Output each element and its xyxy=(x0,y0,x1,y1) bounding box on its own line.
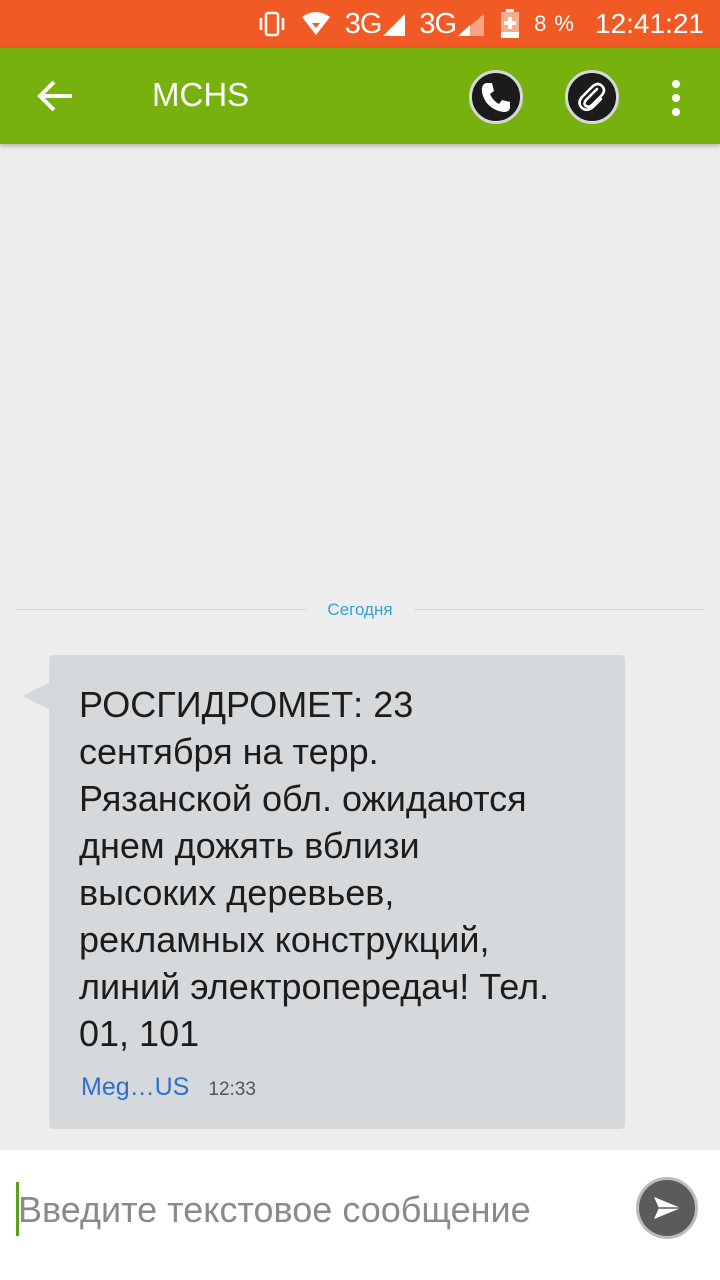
back-button[interactable] xyxy=(30,74,78,118)
send-button[interactable] xyxy=(636,1177,698,1239)
battery-percent: 8 % xyxy=(534,11,575,36)
status-bar: 3G 3G 8 % 12:41:21 xyxy=(0,0,720,48)
network-type-label: 3G xyxy=(344,7,383,40)
message-bubble[interactable]: РОСГИДРОМЕТ: 23 сентября на терр. Рязанс… xyxy=(49,655,625,1129)
date-divider: Сегодня xyxy=(16,598,704,626)
message-timestamp: 12:33 xyxy=(208,1079,256,1100)
message-meta: Meg…US 12:33 xyxy=(81,1073,256,1102)
phone-icon xyxy=(481,83,510,112)
clock: 12:41:21 xyxy=(595,8,704,39)
message-bubble-tail xyxy=(22,682,50,710)
divider-line xyxy=(16,609,306,610)
wifi-icon xyxy=(301,11,331,37)
signal-icon xyxy=(383,12,406,36)
battery-charging-icon xyxy=(500,9,520,39)
message-input[interactable] xyxy=(18,1180,618,1240)
composer xyxy=(0,1150,720,1280)
signal-icon xyxy=(458,12,485,36)
date-divider-label: Сегодня xyxy=(327,600,393,619)
network-type-label: 3G xyxy=(419,7,457,40)
back-arrow-icon xyxy=(37,80,72,112)
paperclip-icon xyxy=(578,82,606,112)
divider-line xyxy=(414,609,704,610)
message-sim-label: Meg…US xyxy=(81,1073,190,1101)
attach-button[interactable] xyxy=(565,70,619,124)
send-icon xyxy=(654,1197,681,1219)
message-text: РОСГИДРОМЕТ: 23 сентября на терр. Рязанс… xyxy=(79,684,550,1054)
conversation-title: MCHS xyxy=(152,76,250,113)
app-bar: MCHS xyxy=(0,48,720,144)
overflow-menu-button[interactable] xyxy=(660,76,692,120)
vibrate-icon xyxy=(257,9,287,39)
call-button[interactable] xyxy=(469,70,523,124)
